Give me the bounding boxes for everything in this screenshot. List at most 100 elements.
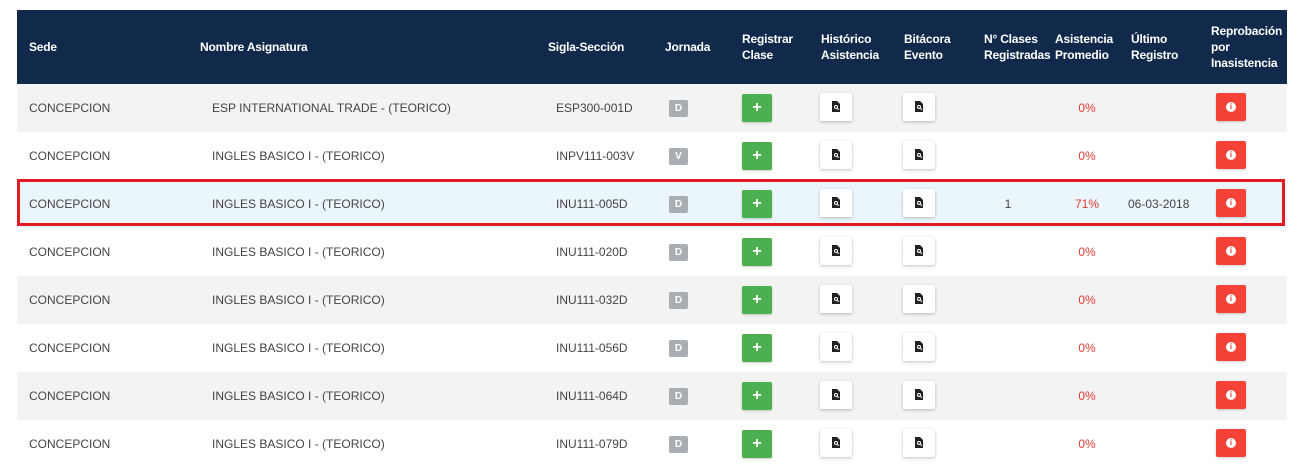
historico-asistencia-button[interactable] xyxy=(820,92,852,121)
historico-asistencia-button[interactable] xyxy=(820,380,852,409)
cell-bitacora xyxy=(889,324,967,372)
reprobacion-inasistencia-button[interactable]: i xyxy=(1216,428,1246,457)
cell-jornada: D xyxy=(648,84,726,132)
info-circle-icon: i xyxy=(1226,389,1236,400)
registrar-clase-button[interactable]: + xyxy=(742,190,772,218)
cell-historico xyxy=(806,180,889,228)
cell-historico xyxy=(806,132,889,180)
registrar-clase-button[interactable]: + xyxy=(742,430,772,458)
reprobacion-inasistencia-button[interactable]: i xyxy=(1216,284,1246,313)
cell-reprobacion: i xyxy=(1201,228,1287,276)
cell-sigla-seccion: INU111-079D xyxy=(556,437,628,451)
reprobacion-inasistencia-button[interactable]: i xyxy=(1216,380,1246,409)
historico-asistencia-button[interactable] xyxy=(820,188,852,217)
cell-sigla-seccion: INU111-005D xyxy=(556,197,628,211)
plus-icon: + xyxy=(752,147,762,164)
historico-asistencia-button[interactable] xyxy=(820,284,852,313)
reprobacion-inasistencia-button[interactable]: i xyxy=(1216,236,1246,265)
cell-bitacora xyxy=(889,84,967,132)
table-row[interactable]: CONCEPCION ESP INTERNATIONAL TRADE - (TE… xyxy=(17,84,1287,132)
historico-asistencia-button[interactable] xyxy=(820,332,852,361)
document-search-icon xyxy=(832,100,840,112)
cell-bitacora xyxy=(889,180,967,228)
table-row[interactable]: CONCEPCION INGLES BASICO I - (TEORICO) I… xyxy=(17,228,1287,276)
cell-jornada: D xyxy=(648,372,726,420)
cell-sigla-seccion: INU111-064D xyxy=(556,389,628,403)
historico-asistencia-button[interactable] xyxy=(820,236,852,265)
cell-clases-registradas xyxy=(967,372,1049,420)
cell-ultimo-registro xyxy=(1125,132,1201,180)
courses-table: Sede Nombre Asignatura Sigla-Sección Jor… xyxy=(17,10,1287,468)
registrar-clase-button[interactable]: + xyxy=(742,382,772,410)
cell-sigla-seccion: INPV111-003V xyxy=(556,149,635,163)
registrar-clase-button[interactable]: + xyxy=(742,286,772,314)
table-row[interactable]: CONCEPCION INGLES BASICO I - (TEORICO) I… xyxy=(17,180,1287,228)
cell-historico xyxy=(806,84,889,132)
cell-asistencia-promedio: 0% xyxy=(1078,341,1096,355)
cell-asistencia-promedio: 0% xyxy=(1078,437,1096,451)
cell-reprobacion: i xyxy=(1201,132,1287,180)
reprobacion-inasistencia-button[interactable]: i xyxy=(1216,332,1246,361)
table-row[interactable]: CONCEPCION INGLES BASICO I - (TEORICO) I… xyxy=(17,324,1287,372)
document-search-icon xyxy=(832,244,840,256)
cell-sede: CONCEPCION xyxy=(29,293,111,307)
cell-reprobacion: i xyxy=(1201,324,1287,372)
cell-bitacora xyxy=(889,132,967,180)
cell-reprobacion: i xyxy=(1201,372,1287,420)
plus-icon: + xyxy=(752,435,762,452)
jornada-badge: D xyxy=(669,243,688,261)
reprobacion-inasistencia-button[interactable]: i xyxy=(1216,188,1246,217)
cell-asistencia-promedio: 0% xyxy=(1078,389,1096,403)
registrar-clase-button[interactable]: + xyxy=(742,334,772,362)
table-row[interactable]: CONCEPCION INGLES BASICO I - (TEORICO) I… xyxy=(17,372,1287,420)
cell-ultimo-registro: 06-03-2018 xyxy=(1128,197,1190,211)
cell-asistencia-promedio: 0% xyxy=(1078,293,1096,307)
cell-ultimo-registro xyxy=(1125,420,1201,468)
bitacora-evento-button[interactable] xyxy=(903,380,935,409)
header-sigla-seccion: Sigla-Sección xyxy=(548,40,625,54)
table-row[interactable]: CONCEPCION INGLES BASICO I - (TEORICO) I… xyxy=(17,132,1287,180)
document-search-icon xyxy=(915,148,923,160)
document-search-icon xyxy=(915,100,923,112)
bitacora-evento-button[interactable] xyxy=(903,140,935,169)
bitacora-evento-button[interactable] xyxy=(903,92,935,121)
bitacora-evento-button[interactable] xyxy=(903,332,935,361)
bitacora-evento-button[interactable] xyxy=(903,284,935,313)
header-nombre-asignatura: Nombre Asignatura xyxy=(200,40,308,54)
jornada-badge: D xyxy=(669,339,688,357)
historico-asistencia-button[interactable] xyxy=(820,140,852,169)
cell-nombre-asignatura: INGLES BASICO I - (TEORICO) xyxy=(212,245,385,259)
cell-asistencia-promedio: 0% xyxy=(1078,101,1096,115)
registrar-clase-button[interactable]: + xyxy=(742,142,772,170)
cell-historico xyxy=(806,276,889,324)
reprobacion-inasistencia-button[interactable]: i xyxy=(1216,92,1246,121)
table-row[interactable]: CONCEPCION INGLES BASICO I - (TEORICO) I… xyxy=(17,276,1287,324)
registrar-clase-button[interactable]: + xyxy=(742,94,772,122)
historico-asistencia-button[interactable] xyxy=(820,428,852,457)
cell-sigla-seccion: INU111-056D xyxy=(556,341,628,355)
cell-clases-registradas: 1 xyxy=(1004,197,1012,211)
cell-clases-registradas xyxy=(967,132,1049,180)
bitacora-evento-button[interactable] xyxy=(903,236,935,265)
header-registrar-clase: Registrar Clase xyxy=(742,32,793,62)
cell-sede: CONCEPCION xyxy=(29,437,111,451)
cell-registrar-clase: + xyxy=(726,84,806,132)
plus-icon: + xyxy=(752,195,762,212)
info-circle-icon: i xyxy=(1226,197,1236,208)
bitacora-evento-button[interactable] xyxy=(903,428,935,457)
jornada-badge: D xyxy=(669,195,688,213)
reprobacion-inasistencia-button[interactable]: i xyxy=(1216,140,1246,169)
cell-nombre-asignatura: ESP INTERNATIONAL TRADE - (TEORICO) xyxy=(212,101,451,115)
plus-icon: + xyxy=(752,99,762,116)
cell-clases-registradas xyxy=(967,228,1049,276)
table-row[interactable]: CONCEPCION INGLES BASICO I - (TEORICO) I… xyxy=(17,420,1287,468)
cell-ultimo-registro xyxy=(1125,276,1201,324)
cell-ultimo-registro xyxy=(1125,324,1201,372)
cell-clases-registradas xyxy=(967,276,1049,324)
jornada-badge: D xyxy=(669,291,688,309)
bitacora-evento-button[interactable] xyxy=(903,188,935,217)
document-search-icon xyxy=(832,292,840,304)
info-circle-icon: i xyxy=(1226,293,1236,304)
registrar-clase-button[interactable]: + xyxy=(742,238,772,266)
cell-reprobacion: i xyxy=(1201,420,1287,468)
